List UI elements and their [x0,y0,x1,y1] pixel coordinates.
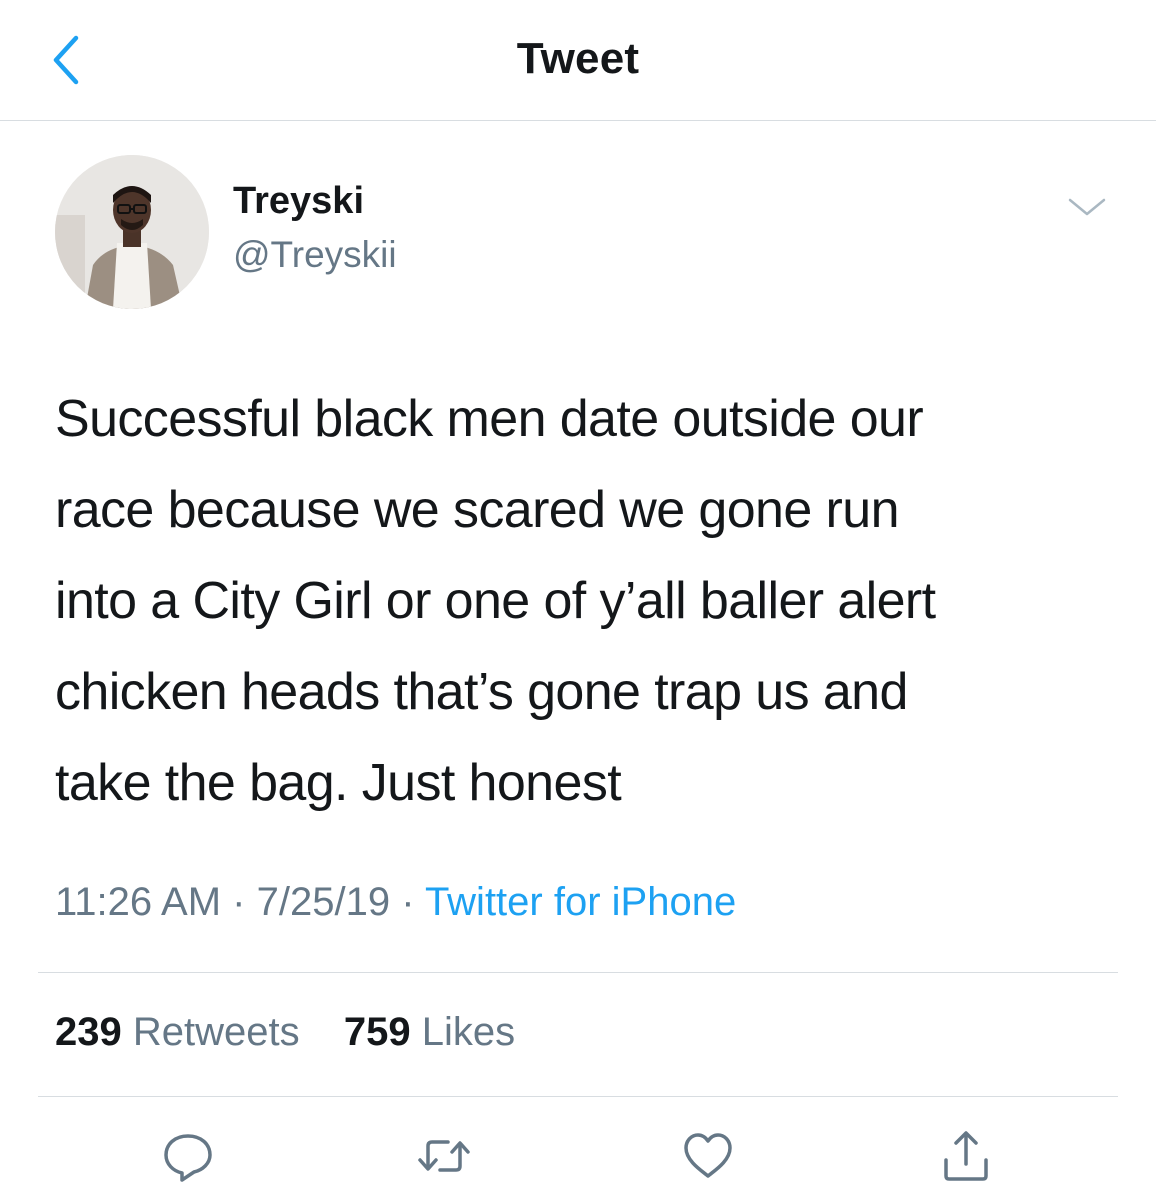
share-button[interactable] [938,1128,994,1184]
tweet-time: 11:26 AM [55,880,222,924]
tweet-date: 7/25/19 [256,880,391,924]
tweet-text-line: into a City Girl or one of y’all baller … [55,572,936,630]
author-handle[interactable]: @Treyskii [233,234,397,276]
retweets-count: 239 [55,1010,122,1054]
tweet-detail-screen: Tweet Treyski @Treyskii Successful black… [0,0,1156,1200]
reply-icon [164,1134,212,1182]
retweet-button[interactable] [416,1128,472,1184]
tweet-stats: 239 Retweets 759 Likes [55,1010,515,1055]
share-icon [944,1131,988,1181]
meta-separator: · [232,880,246,924]
reply-button[interactable] [160,1128,216,1184]
likes-count: 759 [343,1010,411,1054]
tweet-text-line: take the bag. Just honest [55,754,622,812]
profile-photo-icon [55,155,209,309]
tweet-text: Successful black men date outside our ra… [55,374,1115,829]
author-display-name[interactable]: Treyski [233,180,364,223]
chevron-down-icon [1068,198,1106,216]
retweets-stat[interactable]: 239 Retweets [55,1010,311,1054]
divider [38,972,1118,973]
likes-label: Likes [421,1010,516,1054]
likes-stat[interactable]: 759 Likes [344,1010,515,1054]
retweets-label: Retweets [132,1010,300,1054]
avatar[interactable] [55,155,209,309]
meta-separator: · [401,880,415,924]
tweet-text-line: chicken heads that’s gone trap us and [55,663,908,721]
tweet-text-line: race because we scared we gone run [55,481,900,539]
divider [38,1096,1118,1097]
like-button[interactable] [680,1128,736,1184]
tweet-text-line: Successful black men date outside our [55,390,924,448]
tweet-source-link[interactable]: Twitter for iPhone [425,880,736,924]
page-title: Tweet [516,34,640,83]
heart-icon [684,1133,732,1178]
tweet-options-button[interactable] [1066,192,1108,222]
tweet-meta: 11:26 AM · 7/25/19 · Twitter for iPhone [55,880,736,925]
retweet-icon [418,1140,470,1172]
navigation-header: Tweet [0,0,1156,121]
